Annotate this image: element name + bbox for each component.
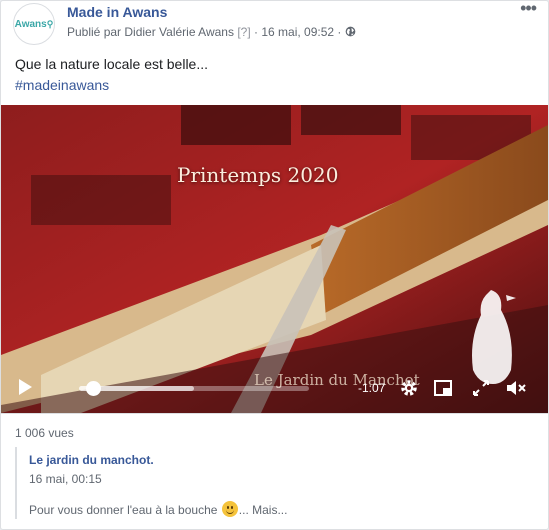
post-text: Que la nature locale est belle...	[15, 56, 209, 72]
video-frame	[1, 105, 548, 413]
help-link[interactable]: [?]	[237, 25, 250, 39]
comment-time-link[interactable]: 16 mai, 00:15	[29, 472, 102, 486]
post-body: Que la nature locale est belle... #madei…	[15, 54, 208, 96]
page-name-link[interactable]: Made in Awans	[67, 4, 167, 20]
post-date-link[interactable]: 16 mai, 09:52	[261, 25, 334, 39]
page-avatar[interactable]: Awans⚲	[13, 3, 55, 45]
divider	[1, 413, 548, 414]
play-icon[interactable]	[19, 379, 32, 395]
comment-author-link[interactable]: Le jardin du manchot.	[29, 453, 154, 467]
more-options-icon[interactable]: •••	[520, 1, 537, 17]
gear-icon[interactable]	[399, 378, 419, 398]
video-title-overlay: Printemps 2020	[177, 163, 339, 187]
avatar-logo: Awans⚲	[14, 18, 54, 30]
speaker-muted-icon[interactable]	[505, 378, 527, 398]
time-remaining: -1:07	[358, 381, 386, 395]
progress-bar[interactable]	[79, 386, 309, 391]
globe-icon[interactable]	[345, 26, 356, 37]
hashtag-link[interactable]: #madeinawans	[15, 75, 208, 96]
post-header: Awans⚲ Made in Awans Publié par Didier V…	[13, 1, 537, 49]
smile-emoji-icon	[221, 501, 238, 517]
published-by[interactable]: Publié par Didier Valérie Awans	[67, 25, 234, 39]
post-meta: Publié par Didier Valérie Awans [?] · 16…	[67, 25, 356, 39]
fullscreen-icon[interactable]	[471, 378, 491, 398]
picture-in-picture-icon[interactable]	[433, 378, 453, 398]
post-card: Awans⚲ Made in Awans Publié par Didier V…	[0, 0, 549, 530]
comment-text: Pour vous donner l'eau à la bouche ... M…	[29, 501, 288, 517]
video-player[interactable]: Printemps 2020 Le Jardin du Manchot	[1, 105, 548, 413]
shared-comment: Le jardin du manchot. 16 mai, 00:15 Pour…	[15, 447, 537, 519]
view-count: 1 006 vues	[15, 426, 74, 440]
